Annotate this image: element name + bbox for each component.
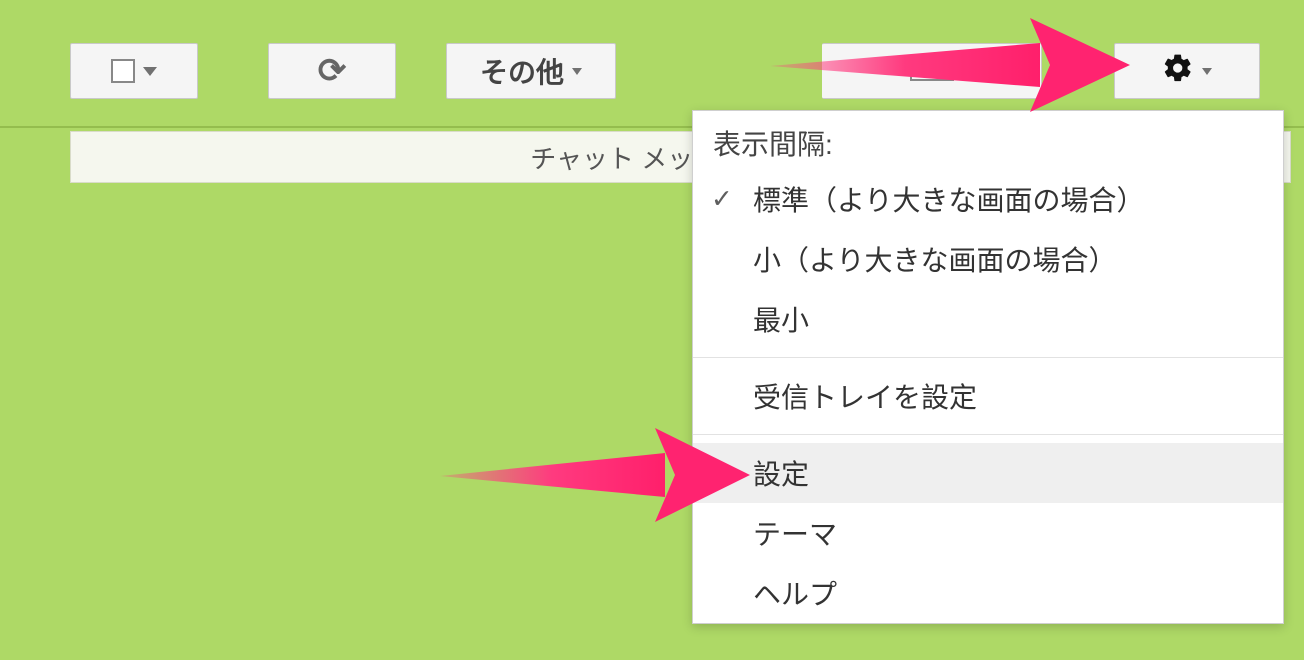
density-standard-label: 標準（より大きな画面の場合） <box>753 185 1144 216</box>
settings-label: 設定 <box>753 459 809 490</box>
split-pane-button[interactable] <box>822 43 1042 99</box>
toolbar: ⟳ その他 <box>0 0 1304 128</box>
chevron-down-icon <box>143 67 157 76</box>
chevron-down-icon <box>1202 68 1212 75</box>
menu-separator <box>693 434 1283 435</box>
split-pane-icon <box>910 61 954 81</box>
select-all-button[interactable] <box>70 43 198 99</box>
density-small-item[interactable]: 小（より大きな画面の場合） <box>693 229 1283 289</box>
density-small-label: 小（より大きな画面の場合） <box>753 245 1116 276</box>
configure-inbox-label: 受信トレイを設定 <box>753 382 977 413</box>
configure-inbox-item[interactable]: 受信トレイを設定 <box>693 366 1283 426</box>
settings-gear-button[interactable] <box>1114 43 1260 99</box>
more-button[interactable]: その他 <box>446 43 616 99</box>
more-label: その他 <box>480 51 564 91</box>
help-item[interactable]: ヘルプ <box>693 563 1283 623</box>
check-icon: ✓ <box>711 184 733 215</box>
theme-label: テーマ <box>753 519 837 550</box>
menu-separator <box>693 357 1283 358</box>
density-minimal-item[interactable]: 最小 <box>693 289 1283 349</box>
refresh-icon: ⟳ <box>318 51 347 91</box>
gear-icon <box>1162 52 1194 90</box>
settings-item[interactable]: 設定 <box>693 443 1283 503</box>
settings-dropdown: 表示間隔: ✓ 標準（より大きな画面の場合） 小（より大きな画面の場合） 最小 … <box>692 110 1284 624</box>
theme-item[interactable]: テーマ <box>693 503 1283 563</box>
checkbox-icon <box>111 59 135 83</box>
refresh-button[interactable]: ⟳ <box>268 43 396 99</box>
help-label: ヘルプ <box>753 579 837 610</box>
dropdown-header: 表示間隔: <box>693 111 1283 169</box>
density-standard-item[interactable]: ✓ 標準（より大きな画面の場合） <box>693 169 1283 229</box>
chevron-down-icon <box>572 68 582 75</box>
density-minimal-label: 最小 <box>753 305 809 336</box>
